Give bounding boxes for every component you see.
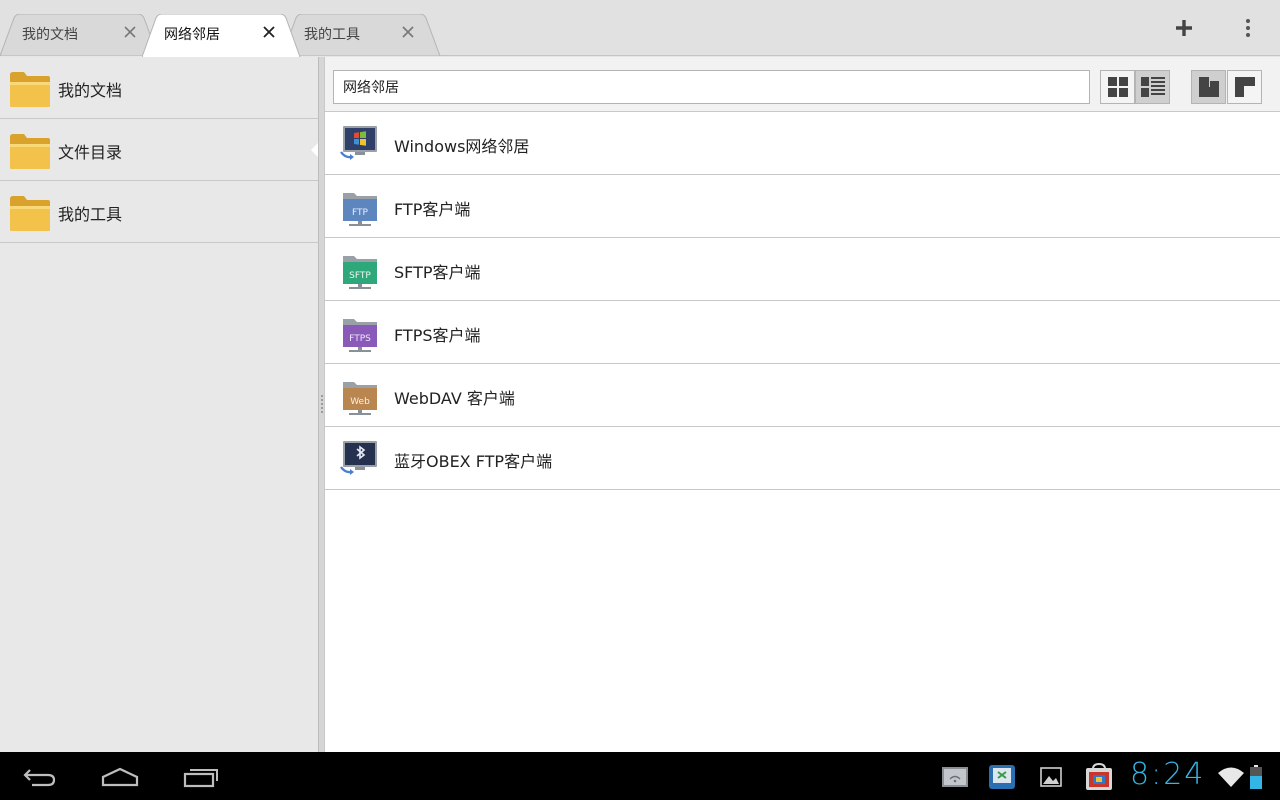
- close-icon[interactable]: [399, 23, 417, 41]
- badge-text: FTP: [352, 208, 369, 218]
- badge-text: SFTP: [349, 271, 371, 281]
- list-item-label: SFTP客户端: [394, 263, 481, 282]
- sidebar-item-my-tools[interactable]: 我的工具: [0, 181, 318, 243]
- list-item-label: 蓝牙OBEX FTP客户端: [394, 452, 553, 471]
- home-button[interactable]: [95, 762, 145, 792]
- badge-text: Web: [350, 397, 370, 407]
- layout-split-button[interactable]: [1191, 70, 1226, 104]
- tab-label: 我的工具: [304, 27, 360, 43]
- ftp-folder-icon: FTP: [343, 193, 377, 226]
- recent-apps-icon: [183, 769, 218, 788]
- folder-icon: [10, 134, 50, 169]
- app-notification[interactable]: [987, 762, 1017, 792]
- sidebar: 我的文档 文件目录 我的工具: [0, 57, 318, 752]
- wifi-status: [1216, 762, 1246, 792]
- drag-handle-icon[interactable]: [321, 395, 323, 415]
- tab-label: 网络邻居: [164, 27, 220, 43]
- add-tab-button[interactable]: [1168, 12, 1200, 44]
- image-notification-icon: [1040, 767, 1062, 787]
- sidebar-item-my-documents[interactable]: 我的文档: [0, 57, 318, 119]
- list-view-button[interactable]: [1135, 70, 1170, 104]
- ftps-folder-icon: FTPS: [343, 319, 377, 352]
- sidebar-item-label: 我的文档: [58, 81, 123, 100]
- pane-divider[interactable]: [318, 57, 325, 752]
- grid-view-button[interactable]: [1100, 70, 1135, 104]
- network-list: Windows网络邻居 FTP FTP客户端 SFTP SFTP客户端 FTPS: [325, 112, 1280, 490]
- network-notification[interactable]: [940, 762, 970, 792]
- network-notification-icon: [942, 767, 968, 787]
- sidebar-item-file-directory[interactable]: 文件目录: [0, 119, 318, 181]
- path-bar: [325, 57, 1280, 112]
- list-view-icon: [1140, 77, 1165, 97]
- app-notification-icon: [989, 765, 1015, 789]
- battery-icon: [1250, 765, 1262, 789]
- folder-icon: [10, 72, 50, 107]
- sidebar-item-label: 我的工具: [58, 205, 123, 224]
- wifi-icon: [1218, 767, 1244, 787]
- tab-my-tools[interactable]: 我的工具: [282, 14, 442, 56]
- list-item-ftp[interactable]: FTP FTP客户端: [325, 175, 1280, 238]
- windows-network-icon: [340, 126, 377, 160]
- image-notification[interactable]: [1036, 762, 1066, 792]
- list-item-label: FTPS客户端: [394, 326, 481, 345]
- grid-view-icon: [1107, 77, 1128, 97]
- overflow-menu-icon: [1246, 19, 1250, 37]
- layout-alt-icon: [1234, 77, 1255, 97]
- list-item-webdav[interactable]: Web WebDAV 客户端: [325, 364, 1280, 427]
- tab-bar: 我的文档 我的工具 网络邻居: [0, 0, 1280, 57]
- webdav-folder-icon: Web: [343, 382, 377, 415]
- back-button[interactable]: [15, 762, 65, 792]
- tab-network-neighborhood[interactable]: 网络邻居: [142, 14, 302, 57]
- sidebar-item-label: 文件目录: [58, 143, 123, 162]
- folder-icon: [10, 196, 50, 231]
- list-item-ftps[interactable]: FTPS FTPS客户端: [325, 301, 1280, 364]
- layout-split-icon: [1198, 77, 1219, 97]
- recent-apps-button[interactable]: [176, 762, 226, 792]
- list-item-bluetooth-ftp[interactable]: 蓝牙OBEX FTP客户端: [325, 427, 1280, 490]
- home-icon: [101, 767, 139, 787]
- list-item-label: Windows网络邻居: [394, 137, 530, 156]
- sftp-folder-icon: SFTP: [343, 256, 377, 289]
- close-icon[interactable]: [260, 23, 278, 41]
- tab-label: 我的文档: [22, 27, 78, 43]
- badge-text: FTPS: [349, 334, 371, 344]
- path-input[interactable]: [333, 70, 1090, 104]
- tab-my-documents[interactable]: 我的文档: [0, 14, 160, 56]
- back-icon: [23, 769, 56, 787]
- list-item-label: FTP客户端: [394, 200, 471, 219]
- main-pane: Windows网络邻居 FTP FTP客户端 SFTP SFTP客户端 FTPS: [325, 57, 1280, 752]
- overflow-menu-button[interactable]: [1232, 12, 1264, 44]
- status-clock: 8:24: [1130, 757, 1206, 792]
- store-notification-icon: [1086, 763, 1112, 790]
- list-item-sftp[interactable]: SFTP SFTP客户端: [325, 238, 1280, 301]
- bluetooth-ftp-icon: [340, 441, 377, 475]
- store-notification[interactable]: [1084, 762, 1114, 792]
- system-bar: 8:24: [0, 752, 1280, 800]
- layout-alt-button[interactable]: [1227, 70, 1262, 104]
- list-item-label: WebDAV 客户端: [394, 389, 515, 408]
- list-item-windows-network[interactable]: Windows网络邻居: [325, 112, 1280, 175]
- battery-status: [1246, 762, 1266, 792]
- plus-icon: [1176, 20, 1192, 36]
- close-icon[interactable]: [121, 23, 139, 41]
